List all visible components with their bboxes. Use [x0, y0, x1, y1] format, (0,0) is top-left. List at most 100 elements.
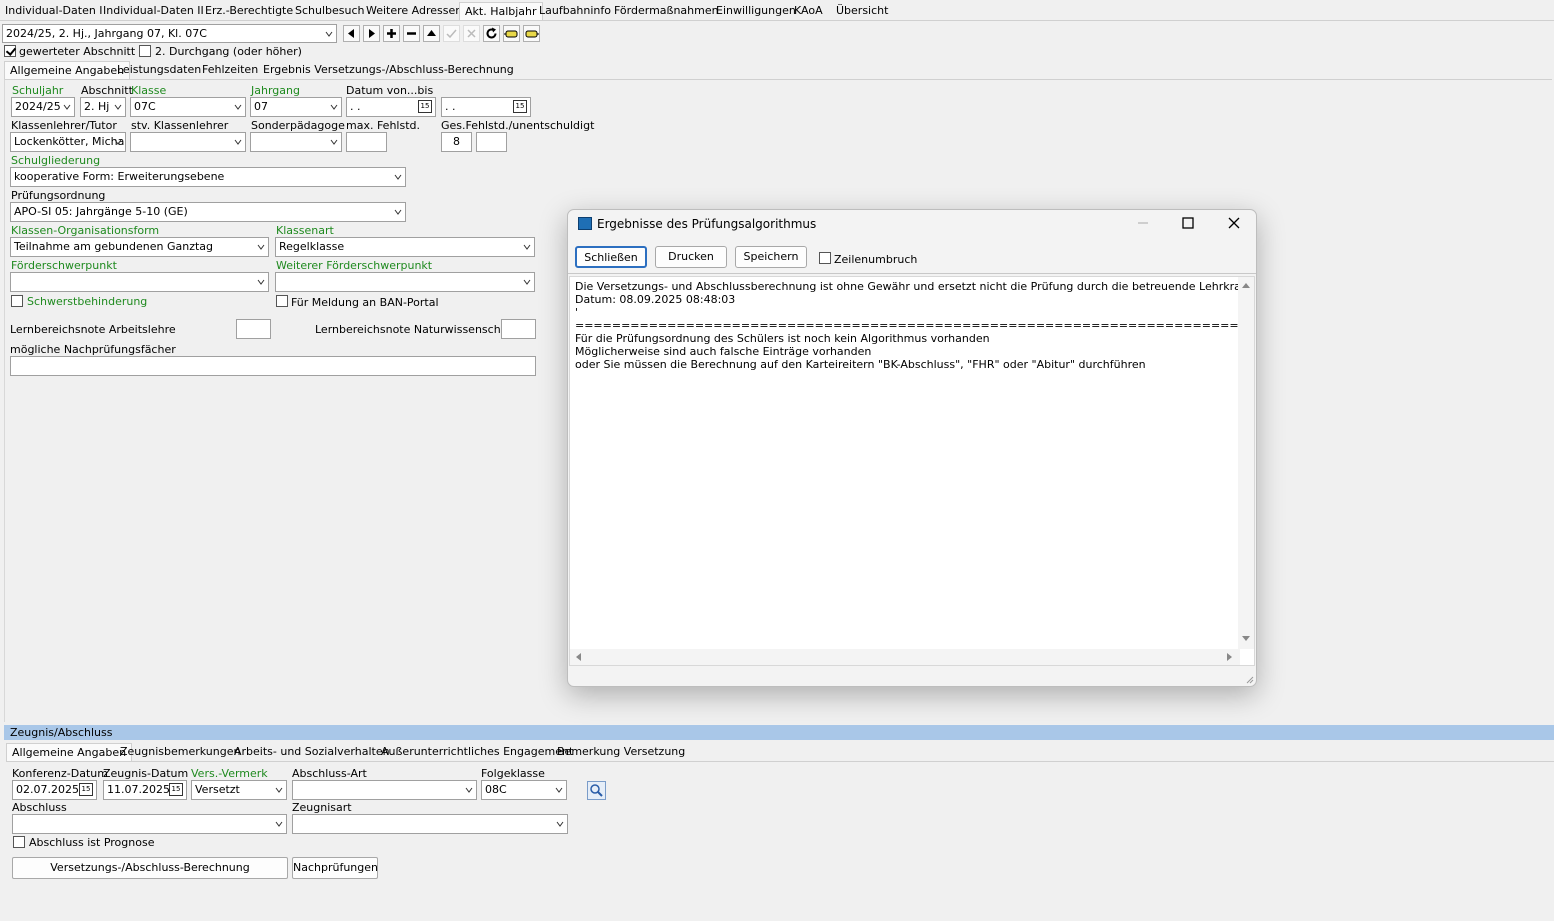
- durchgang-checkbox[interactable]: [139, 45, 151, 57]
- result-textarea[interactable]: Die Versetzungs- und Abschlussberechnung…: [569, 276, 1255, 666]
- durchgang-label: 2. Durchgang (oder höher): [155, 45, 302, 58]
- ztab-bemerkung-versetzung[interactable]: Bemerkung Versetzung: [552, 743, 690, 761]
- pruefung-value: APO-SI 05: Jahrgänge 5-10 (GE): [14, 205, 188, 218]
- zeugnisart-select[interactable]: [292, 814, 568, 834]
- ztab-bemerkungen[interactable]: Zeugnisbemerkungen: [115, 743, 245, 761]
- zeugnisdatum-value: 11.07.2025: [107, 783, 170, 796]
- sonder-select[interactable]: [250, 132, 342, 152]
- check-icon[interactable]: [443, 25, 460, 42]
- scroll-left-icon[interactable]: [574, 652, 582, 662]
- subtab-fehlzeiten[interactable]: Fehlzeiten: [197, 61, 263, 79]
- tab-laufbahninfo[interactable]: Laufbahninfo: [534, 2, 616, 20]
- next-icon[interactable]: [363, 25, 380, 42]
- period-select[interactable]: 2024/25, 2. Hj., Jahrgang 07, Kl. 07C: [2, 24, 337, 43]
- datum-label: Datum von...bis: [346, 84, 434, 97]
- abschlussart-select[interactable]: [292, 780, 477, 800]
- refresh-icon[interactable]: [483, 25, 500, 42]
- chevron-down-icon: [114, 139, 122, 145]
- subtab-ergebnis[interactable]: Ergebnis Versetzungs-/Abschluss-Berechnu…: [258, 61, 519, 79]
- subtab-leistungsdaten[interactable]: Leistungsdaten: [112, 61, 206, 79]
- gewerteter-checkbox[interactable]: [4, 45, 16, 57]
- chevron-down-icon: [325, 31, 333, 37]
- calendar-icon[interactable]: 15: [418, 100, 432, 113]
- hand-right-icon[interactable]: [523, 25, 540, 42]
- tab-uebersicht[interactable]: Übersicht: [831, 2, 893, 20]
- close-icon[interactable]: [1227, 216, 1241, 230]
- abschluss-select[interactable]: [12, 814, 287, 834]
- zeugnis-tab-bar: Allgemeine Angaben Zeugnisbemerkungen Ar…: [6, 743, 1554, 761]
- result-text: Die Versetzungs- und Abschlussberechnung…: [575, 280, 1253, 371]
- calendar-icon[interactable]: 15: [169, 783, 183, 796]
- folge-value: 08C: [485, 783, 507, 796]
- folge-label: Folgeklasse: [481, 767, 545, 780]
- klassenart-select[interactable]: Regelklasse: [275, 237, 535, 257]
- tab-erz[interactable]: Erz.-Berechtigte: [200, 2, 298, 20]
- scroll-up-icon[interactable]: [1241, 281, 1251, 289]
- tab-individual-2[interactable]: Individual-Daten II: [98, 2, 209, 20]
- print-button[interactable]: Drucken: [655, 246, 727, 268]
- plus-icon[interactable]: [383, 25, 400, 42]
- tab-einwilligungen[interactable]: Einwilligungen: [711, 2, 801, 20]
- org-select[interactable]: Teilnahme am gebundenen Ganztag: [10, 237, 269, 257]
- tab-foerdermassnahmen[interactable]: Fördermaßnahmen: [609, 2, 724, 20]
- ztab-engagement[interactable]: Außerunterrichtliches Engagement: [376, 743, 578, 761]
- foerder-select[interactable]: [10, 272, 269, 292]
- tab-kaoa[interactable]: KAoA: [789, 2, 828, 20]
- calendar-icon[interactable]: 15: [79, 783, 93, 796]
- klasse-select[interactable]: 07C: [130, 97, 246, 117]
- arbeitslehre-input[interactable]: [236, 319, 271, 339]
- calc-button[interactable]: Versetzungs-/Abschluss-Berechnung: [12, 857, 288, 879]
- org-value: Teilnahme am gebundenen Ganztag: [14, 240, 214, 253]
- ztab-arbeits[interactable]: Arbeits- und Sozialverhalten: [229, 743, 395, 761]
- folge-select[interactable]: 08C: [481, 780, 567, 800]
- tab-weitere-adressen[interactable]: Weitere Adressen: [361, 2, 467, 20]
- pruefung-select[interactable]: APO-SI 05: Jahrgänge 5-10 (GE): [10, 202, 406, 222]
- tab-schulbesuch[interactable]: Schulbesuch: [290, 2, 370, 20]
- scroll-right-icon[interactable]: [1226, 652, 1234, 662]
- klassenlehrer-select[interactable]: Lockenkötter, Micha: [10, 132, 126, 152]
- vers-select[interactable]: Versetzt: [191, 780, 287, 800]
- chevron-down-icon: [114, 104, 122, 110]
- vers-label: Vers.-Vermerk: [191, 767, 268, 780]
- jahrgang-select[interactable]: 07: [250, 97, 342, 117]
- vertical-scrollbar[interactable]: [1238, 277, 1254, 649]
- calendar-icon[interactable]: 15: [513, 100, 527, 113]
- unentschuldigt-input[interactable]: [476, 132, 507, 152]
- ban-checkbox[interactable]: [276, 295, 288, 307]
- minimize-icon[interactable]: [1136, 216, 1150, 230]
- tab-akt-halbjahr[interactable]: Akt. Halbjahr: [459, 2, 543, 20]
- ztab-allgemeine[interactable]: Allgemeine Angaben: [6, 743, 133, 761]
- scroll-down-icon[interactable]: [1241, 635, 1251, 643]
- schuljahr-label: Schuljahr: [12, 84, 64, 97]
- foerder2-select[interactable]: [275, 272, 535, 292]
- nachpruefungen-button[interactable]: Nachprüfungen: [292, 857, 378, 879]
- abschnitt-label: Abschnitt: [81, 84, 133, 97]
- schulgliederung-select[interactable]: kooperative Form: Erweiterungsebene: [10, 167, 406, 187]
- close-button[interactable]: Schließen: [575, 246, 647, 268]
- chevron-down-icon: [330, 139, 338, 145]
- maxfehl-input[interactable]: [346, 132, 387, 152]
- schuljahr-select[interactable]: 2024/25: [11, 97, 75, 117]
- stv-select[interactable]: [130, 132, 246, 152]
- chevron-down-icon: [330, 104, 338, 110]
- maximize-icon[interactable]: [1181, 216, 1195, 230]
- abschnitt-select[interactable]: 2. Hj: [80, 97, 126, 117]
- resize-grip-icon[interactable]: [1244, 674, 1254, 684]
- up-icon[interactable]: [423, 25, 440, 42]
- chevron-down-icon: [234, 139, 242, 145]
- natur-input[interactable]: [501, 319, 536, 339]
- prognose-checkbox[interactable]: [13, 836, 25, 848]
- jahrgang-label: Jahrgang: [251, 84, 300, 97]
- search-icon[interactable]: [587, 781, 606, 800]
- nachpruef-input[interactable]: [10, 356, 536, 376]
- hand-left-icon[interactable]: [503, 25, 520, 42]
- save-button[interactable]: Speichern: [735, 246, 807, 268]
- wrap-checkbox[interactable]: [819, 252, 831, 264]
- tab-individual-1[interactable]: Individual-Daten I: [0, 2, 108, 20]
- cancel-icon[interactable]: [463, 25, 480, 42]
- schwerst-checkbox[interactable]: [11, 295, 23, 307]
- horizontal-scrollbar[interactable]: [570, 649, 1240, 665]
- prev-icon[interactable]: [343, 25, 360, 42]
- gesfehl-input[interactable]: 8: [441, 132, 472, 152]
- minus-icon[interactable]: [403, 25, 420, 42]
